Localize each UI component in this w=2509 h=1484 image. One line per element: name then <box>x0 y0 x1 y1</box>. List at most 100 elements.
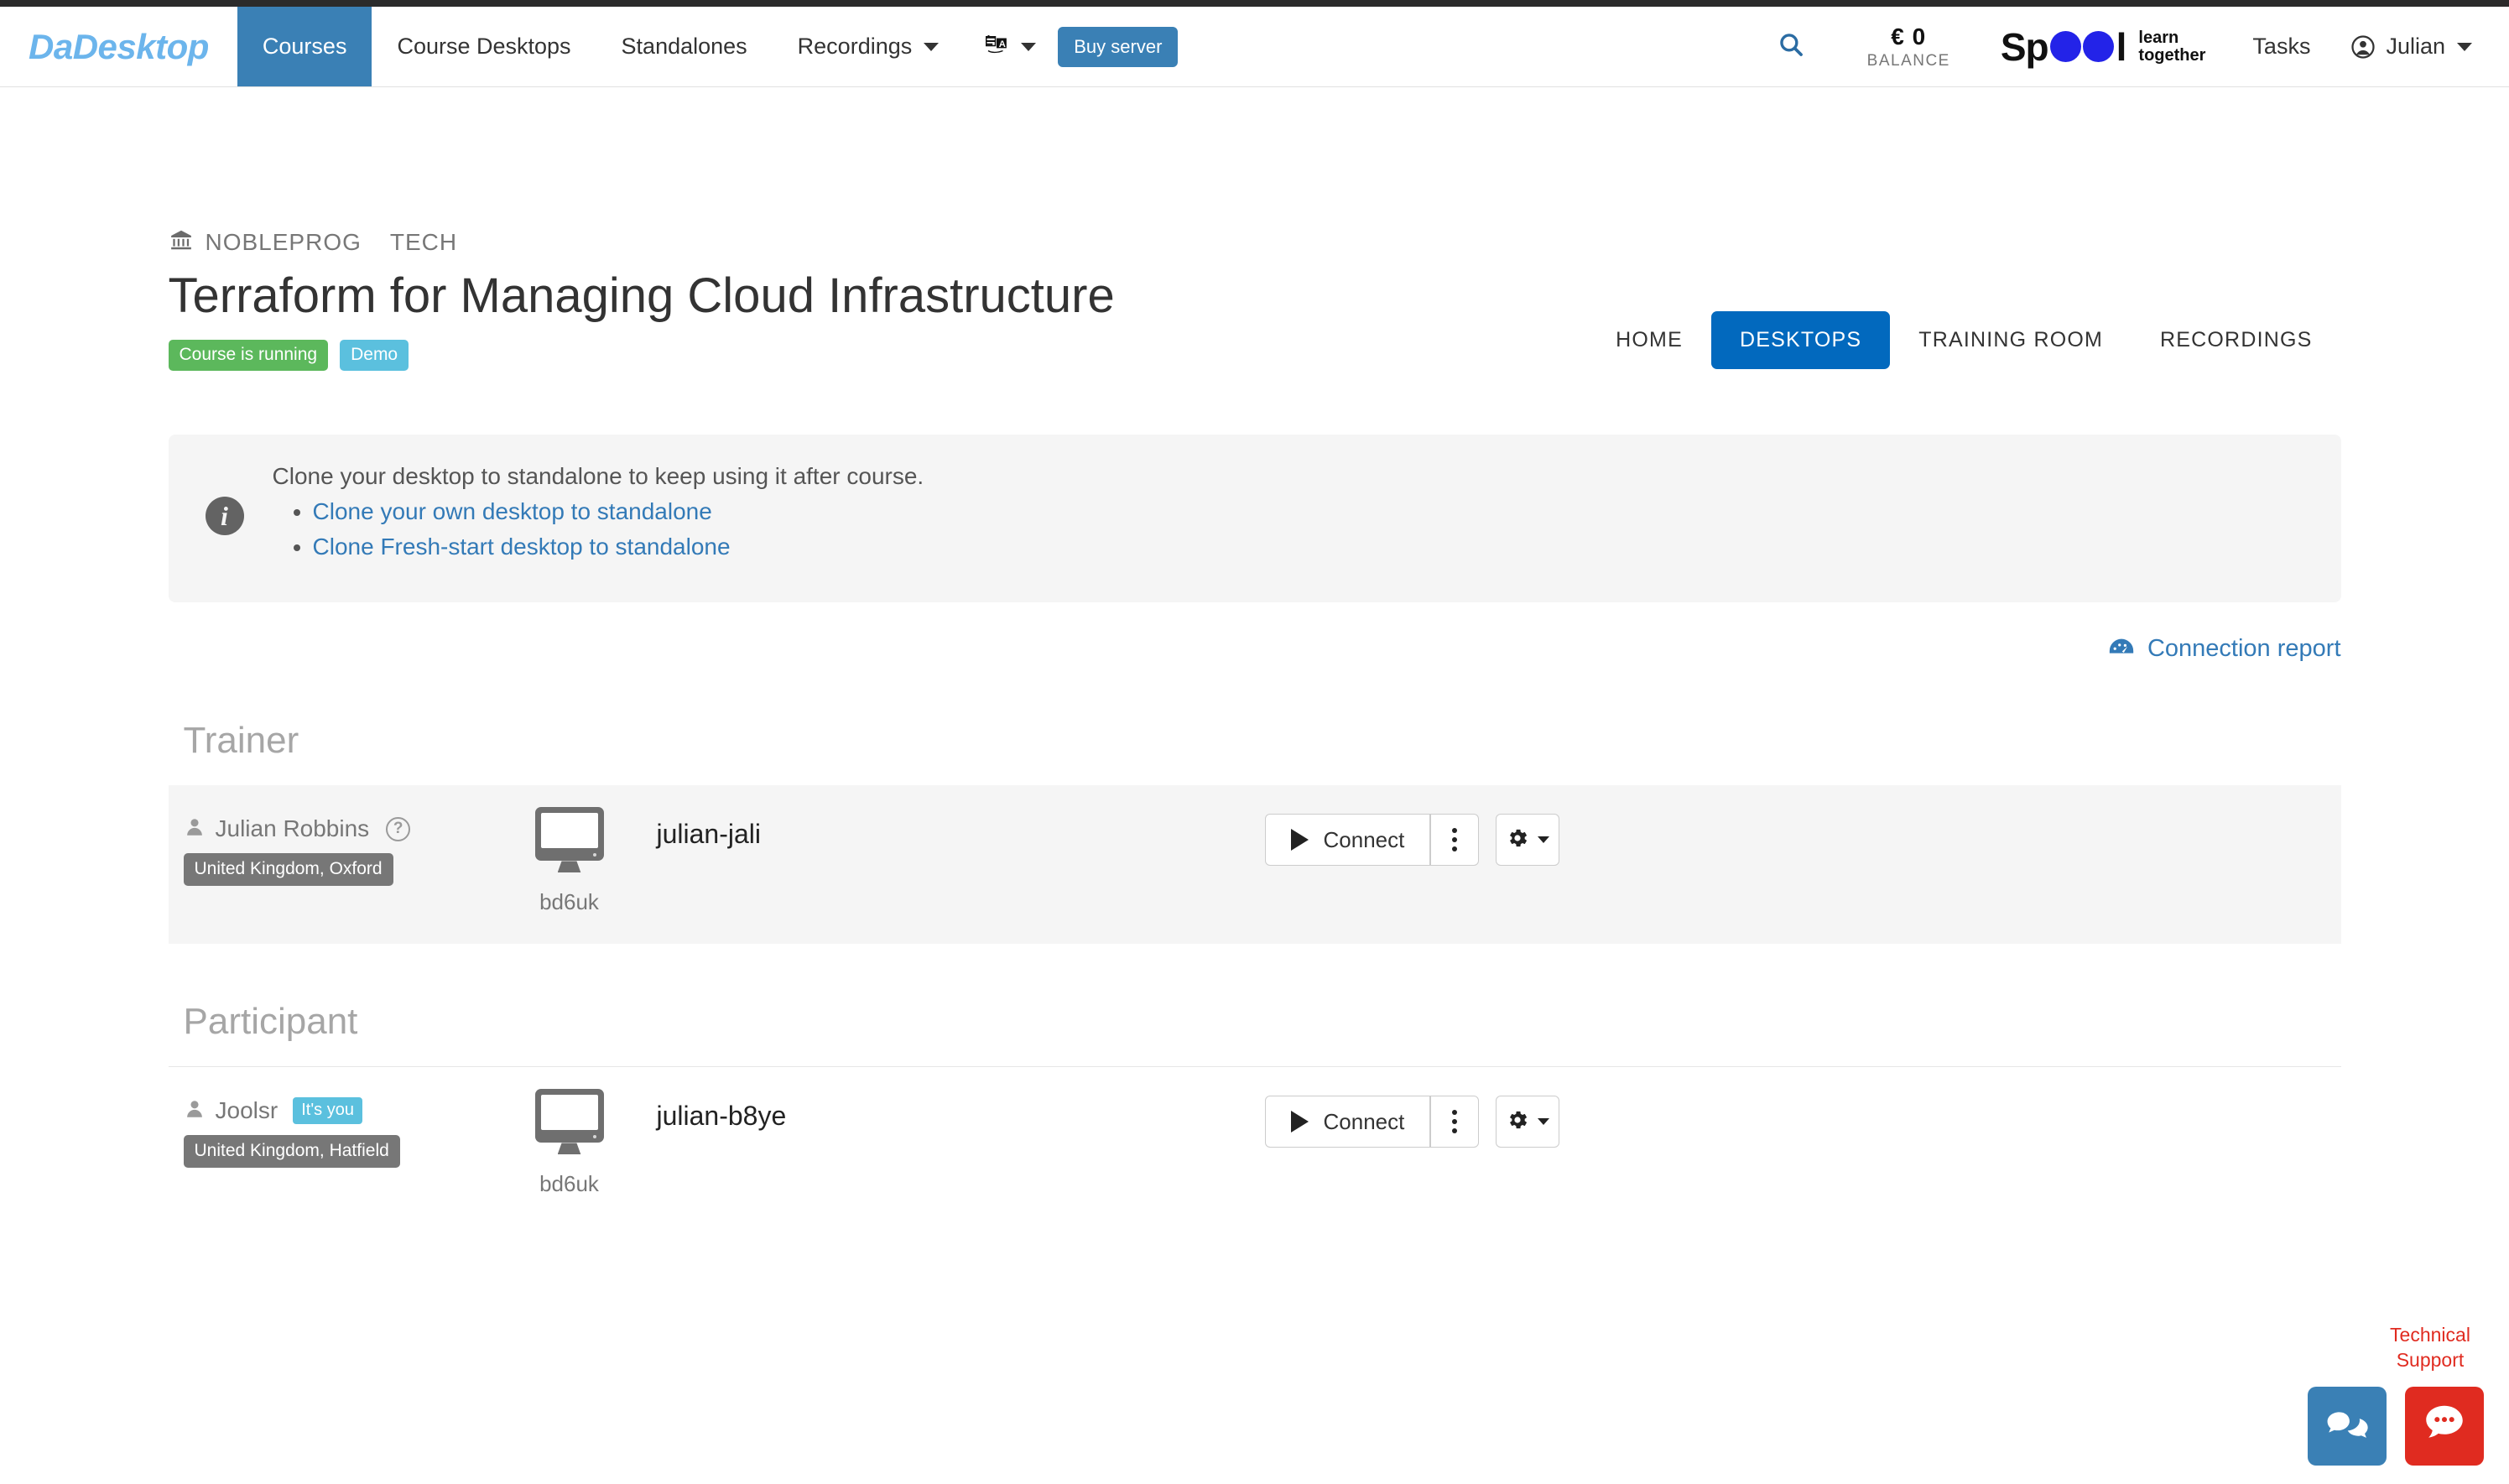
nav-item-recordings-label: Recordings <box>798 34 913 60</box>
technical-support-button[interactable] <box>2405 1387 2484 1466</box>
monitor-led <box>593 853 596 857</box>
nav-item-tasks[interactable]: Tasks <box>2227 34 2335 60</box>
chat-bubbles-icon <box>2323 1398 2371 1455</box>
gear-icon <box>1506 826 1529 854</box>
row-user-name: Julian Robbins <box>216 815 370 842</box>
account-circle-icon <box>2350 34 2376 60</box>
row-user-line: Joolsr It's you <box>184 1097 519 1124</box>
page-header-left: Terraform for Managing Cloud Infrastruct… <box>169 258 1477 371</box>
person-icon <box>184 1098 206 1124</box>
navbar-left-group: DaDesktop Courses Course Desktops Standa… <box>0 7 1178 86</box>
buy-server-button[interactable]: Buy server <box>1058 27 1178 67</box>
participant-rows: Joolsr It's you United Kingdom, Hatfield <box>169 1066 2341 1226</box>
chevron-down-icon <box>1021 43 1036 51</box>
connect-button-group: Connect <box>1265 814 1480 866</box>
trainer-rows: Julian Robbins ? United Kingdom, Oxford <box>169 785 2341 944</box>
nav-item-courses[interactable]: Courses <box>237 7 372 86</box>
chevron-down-icon <box>2457 43 2472 51</box>
connect-button-group: Connect <box>1265 1096 1480 1148</box>
monitor-stand <box>558 861 581 872</box>
nav-item-standalones[interactable]: Standalones <box>596 7 773 86</box>
alert-icon-wrap: i <box>202 497 247 535</box>
search-button[interactable] <box>1743 30 1839 63</box>
tab-desktops[interactable]: DESKTOPS <box>1711 311 1890 369</box>
main-navbar: DaDesktop Courses Course Desktops Standa… <box>0 7 2509 87</box>
monitor-icon <box>535 1089 604 1153</box>
live-chat-button[interactable] <box>2308 1387 2387 1466</box>
alert-text: Clone your desktop to standalone to keep… <box>273 463 924 490</box>
row-desktop-cell: julian-b8ye <box>620 1089 1265 1132</box>
spool-logo-text-end: l <box>2116 28 2127 66</box>
tab-home[interactable]: HOME <box>1587 311 1711 369</box>
row-user-line: Julian Robbins ? <box>184 815 519 842</box>
window-top-strip <box>0 0 2509 7</box>
row-more-options-button[interactable] <box>1430 1096 1479 1148</box>
clone-info-alert: i Clone your desktop to standalone to ke… <box>169 435 2341 602</box>
play-icon <box>1291 829 1309 851</box>
chevron-down-icon <box>1538 836 1549 843</box>
list-item: Clone your own desktop to standalone <box>313 498 924 525</box>
monitor-body <box>535 807 604 861</box>
technical-support-label-line2: Support <box>2380 1348 2480 1373</box>
row-desktop-name[interactable]: julian-jali <box>657 819 762 849</box>
row-settings-button[interactable] <box>1496 1096 1559 1148</box>
page-container: NOBLEPROG TECH Terraform for Managing Cl… <box>169 227 2341 1226</box>
page-body: NOBLEPROG TECH Terraform for Managing Cl… <box>0 88 2509 1226</box>
breadcrumb-team[interactable]: TECH <box>390 229 457 256</box>
row-machine-label: bd6uk <box>539 1171 599 1197</box>
connection-report-row: Connection report <box>169 634 2341 663</box>
row-location-badge: United Kingdom, Hatfield <box>184 1135 400 1168</box>
breadcrumb-org[interactable]: NOBLEPROG <box>206 229 362 256</box>
section-title-participant: Participant <box>184 1001 2341 1043</box>
alert-link-list: Clone your own desktop to standalone Clo… <box>273 498 924 560</box>
spool-tagline-line1: learn <box>2138 29 2205 47</box>
help-circle-icon[interactable]: ? <box>386 817 410 841</box>
spool-logo-dots <box>2049 31 2115 62</box>
connect-button[interactable]: Connect <box>1265 814 1431 866</box>
spool-logo[interactable]: Sp l learn together <box>1979 28 2228 66</box>
tab-training-room[interactable]: TRAINING ROOM <box>1890 311 2132 369</box>
technical-support-label: Technical Support <box>2380 1323 2480 1373</box>
connection-report-link[interactable]: Connection report <box>2107 634 2341 663</box>
monitor-icon <box>535 807 604 871</box>
search-icon <box>1777 30 1805 63</box>
status-badge-demo: Demo <box>340 340 409 371</box>
balance-amount: € 0 <box>1891 23 1926 50</box>
row-machine-cell: bd6uk <box>519 1089 620 1197</box>
kebab-menu-icon <box>1452 828 1457 851</box>
page-header-row: Terraform for Managing Cloud Infrastruct… <box>169 258 2341 371</box>
user-menu-label: Julian <box>2386 34 2445 60</box>
nav-item-courses-label: Courses <box>263 34 347 60</box>
row-settings-button[interactable] <box>1496 814 1559 866</box>
clone-fresh-start-desktop-link[interactable]: Clone Fresh-start desktop to standalone <box>313 534 731 560</box>
table-row: Julian Robbins ? United Kingdom, Oxford <box>169 785 2341 944</box>
monitor-body <box>535 1089 604 1143</box>
nav-item-standalones-label: Standalones <box>622 34 747 60</box>
spool-tagline-line2: together <box>2138 47 2205 65</box>
nav-item-recordings[interactable]: Recordings <box>773 7 965 86</box>
dadesktop-logo[interactable]: DaDesktop <box>0 7 237 86</box>
user-menu[interactable]: Julian <box>2335 34 2479 60</box>
info-icon: i <box>206 497 244 535</box>
its-you-badge: It's you <box>293 1097 362 1124</box>
tab-recordings[interactable]: RECORDINGS <box>2132 311 2340 369</box>
list-item: Clone Fresh-start desktop to standalone <box>313 534 924 560</box>
nav-item-course-desktops-label: Course Desktops <box>397 34 570 60</box>
clone-own-desktop-link[interactable]: Clone your own desktop to standalone <box>313 498 712 524</box>
balance-widget[interactable]: € 0 BALANCE <box>1839 23 1979 70</box>
bank-icon <box>169 227 194 258</box>
gear-icon <box>1506 1108 1529 1136</box>
section-title-trainer: Trainer <box>184 720 2341 762</box>
support-widgets: Technical Support <box>2308 1387 2484 1466</box>
connect-button-label: Connect <box>1324 827 1405 853</box>
nav-item-course-desktops[interactable]: Course Desktops <box>372 7 596 86</box>
row-user-name: Joolsr <box>216 1097 278 1124</box>
language-selector[interactable]: A A <box>964 7 1053 86</box>
row-desktop-name[interactable]: julian-b8ye <box>657 1101 787 1131</box>
row-more-options-button[interactable] <box>1430 814 1479 866</box>
row-actions-cell: Connect <box>1265 807 1718 866</box>
connect-button[interactable]: Connect <box>1265 1096 1431 1148</box>
row-user-cell: Julian Robbins ? United Kingdom, Oxford <box>184 807 519 886</box>
balance-label: BALANCE <box>1867 52 1950 70</box>
spool-logo-tagline: learn together <box>2138 29 2205 65</box>
